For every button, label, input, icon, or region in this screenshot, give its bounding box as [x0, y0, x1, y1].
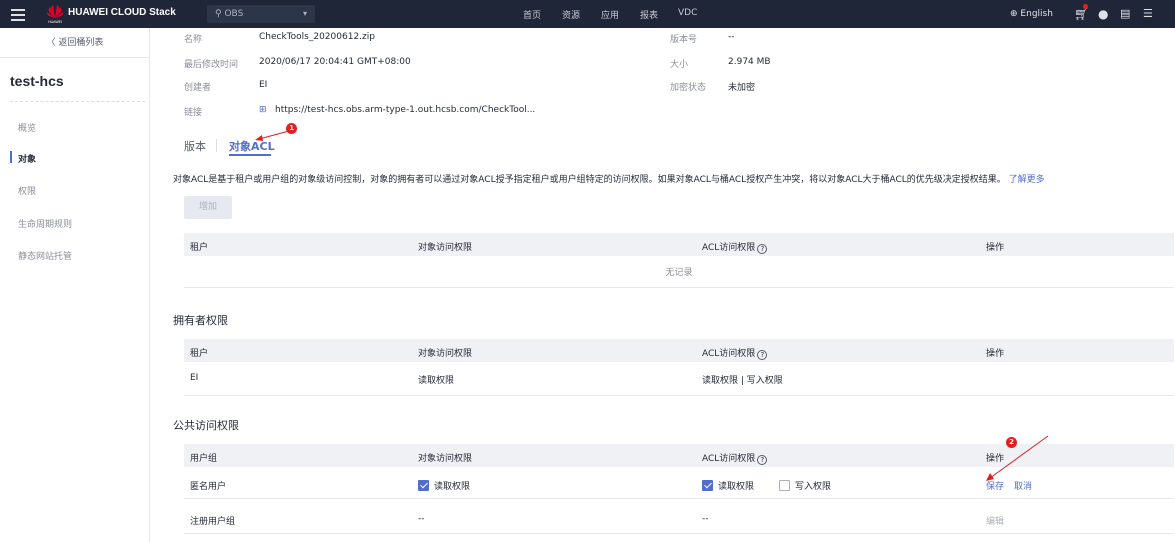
- annotation-badge-1: 1: [286, 123, 297, 134]
- annotation-arrow-2: [989, 435, 1049, 479]
- annotation-arrowhead-2: [986, 473, 994, 481]
- annotation-overlay: [255, 129, 1049, 481]
- annotation-badge-2: 2: [1006, 437, 1017, 448]
- annotation-arrowhead-1: [255, 135, 263, 141]
